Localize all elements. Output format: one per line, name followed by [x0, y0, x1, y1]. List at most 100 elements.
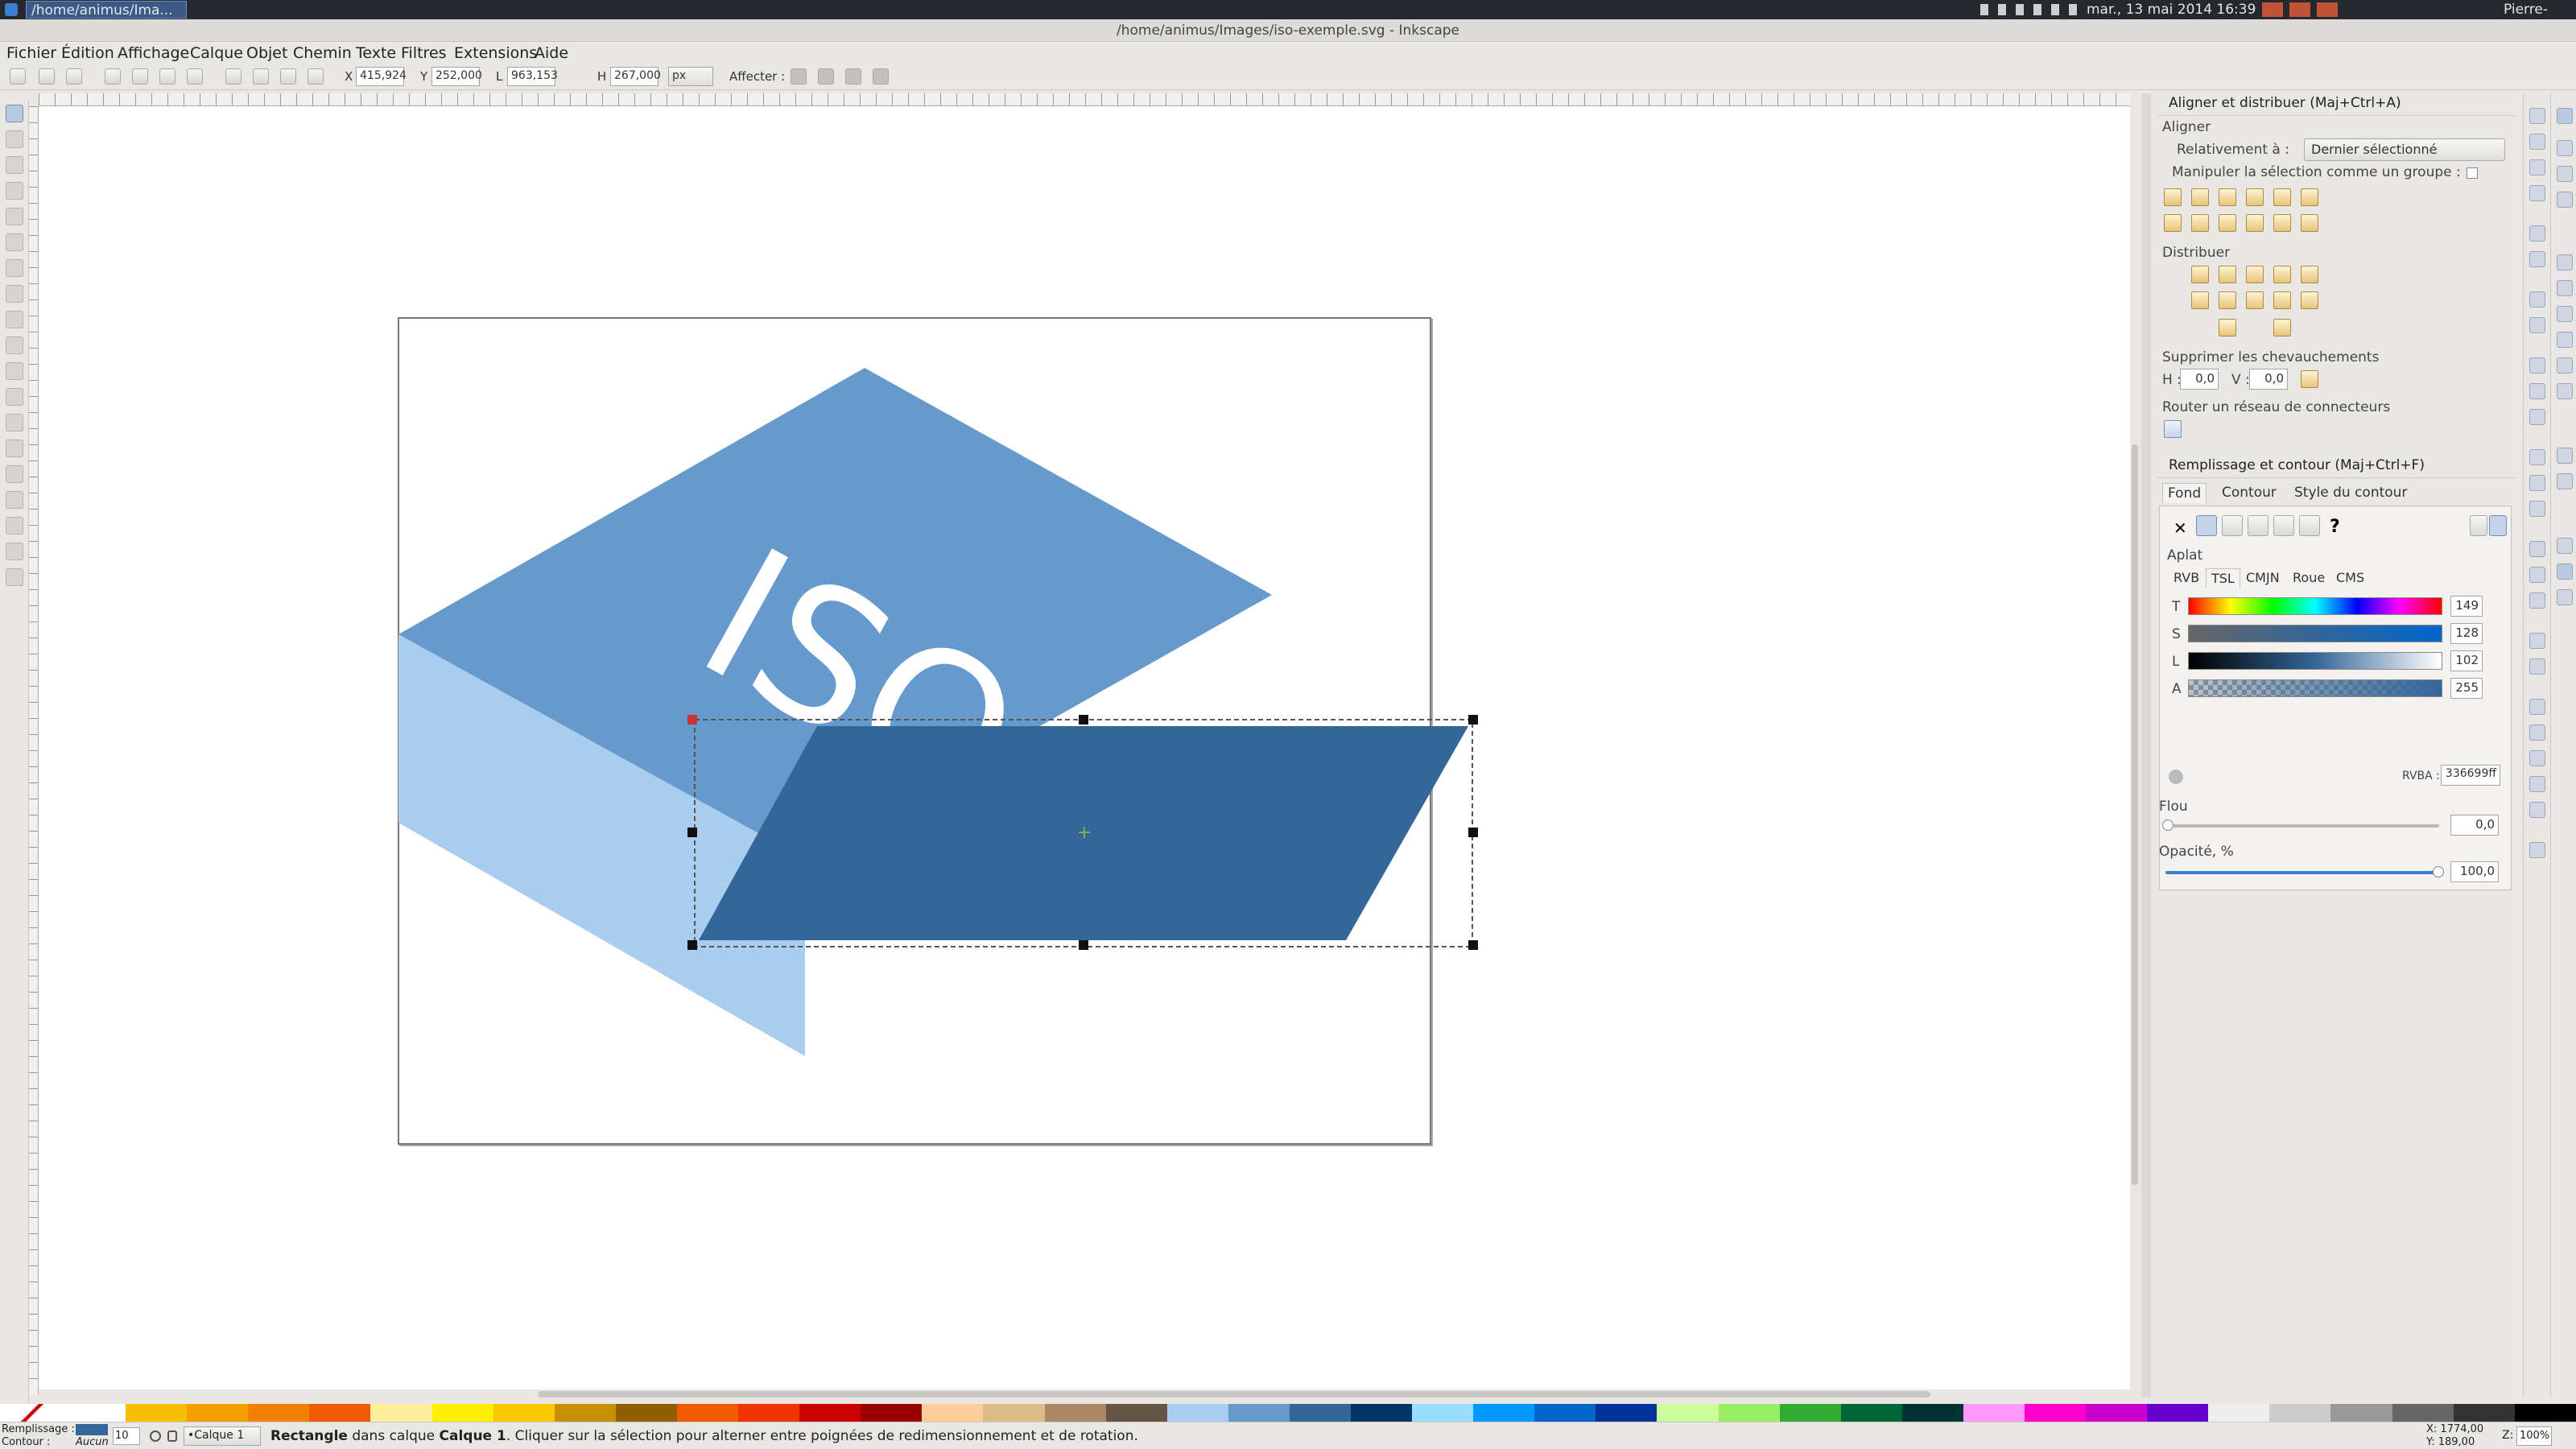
- undo-icon[interactable]: [2529, 291, 2545, 308]
- menu-texte[interactable]: Texte: [356, 44, 396, 62]
- swatch-icon[interactable]: [2299, 515, 2320, 536]
- pen-tool-icon[interactable]: [6, 362, 23, 380]
- flip-vertical-icon[interactable]: [187, 68, 203, 85]
- align-right-to-left-icon[interactable]: [2164, 188, 2182, 206]
- snap-rotation-center-icon[interactable]: [2557, 473, 2573, 489]
- palette-swatch[interactable]: [1228, 1404, 1290, 1422]
- zoom-page-icon[interactable]: [2529, 501, 2545, 517]
- panel-clock[interactable]: mar., 13 mai 2014 16:39: [2087, 2, 2256, 18]
- export-icon[interactable]: [2529, 251, 2545, 267]
- fill-indicator-swatch[interactable]: [76, 1424, 108, 1435]
- taskbar-window-button[interactable]: /home/animus/Ima...: [26, 1, 187, 19]
- palette-swatch[interactable]: [554, 1404, 616, 1422]
- clone-icon[interactable]: [2529, 567, 2545, 583]
- palette-swatch[interactable]: [1289, 1404, 1351, 1422]
- spiral-tool-icon[interactable]: [6, 311, 23, 328]
- align-right-icon[interactable]: [2246, 188, 2264, 206]
- overlap-h-field[interactable]: 0,0: [2180, 369, 2219, 390]
- ungroup-icon[interactable]: [2529, 658, 2545, 675]
- fill-panel-title[interactable]: Remplissage et contour (Maj+Ctrl+F): [2157, 457, 2516, 478]
- saturation-field[interactable]: 128: [2450, 623, 2483, 644]
- group-icon[interactable]: [2529, 633, 2545, 649]
- lock-ratio-icon[interactable]: [567, 68, 580, 85]
- mode-tab-cmjn[interactable]: CMJN: [2241, 568, 2285, 587]
- handle-top-left[interactable]: [687, 715, 697, 724]
- menu-fichier[interactable]: Fichier: [6, 44, 56, 62]
- snap-bbox-icon[interactable]: [2557, 140, 2573, 156]
- gradient-tool-icon[interactable]: [6, 517, 23, 535]
- opacity-slider-knob[interactable]: [2433, 866, 2444, 877]
- eraser-tool-icon[interactable]: [6, 465, 23, 483]
- mode-tab-cms[interactable]: CMS: [2331, 568, 2369, 587]
- snap-centers-icon[interactable]: [2557, 448, 2573, 464]
- blur-slider[interactable]: [2165, 824, 2439, 828]
- text-tool-icon[interactable]: [6, 414, 23, 431]
- palette-swatch[interactable]: [1412, 1404, 1474, 1422]
- handle-bottom-middle[interactable]: [1079, 940, 1088, 950]
- horizontal-scroll-thumb[interactable]: [538, 1391, 1930, 1397]
- menu-affichage[interactable]: Affichage: [118, 44, 189, 62]
- lower-to-bottom-icon[interactable]: [308, 68, 324, 85]
- alpha-slider[interactable]: [2188, 679, 2442, 697]
- palette-swatch[interactable]: [187, 1404, 249, 1422]
- raise-to-top-icon[interactable]: [225, 68, 242, 85]
- layer-visibility-icon[interactable]: [150, 1430, 161, 1442]
- ellipse-tool-icon[interactable]: [6, 259, 23, 277]
- node-tool-icon[interactable]: [6, 130, 23, 148]
- snap-nodes-icon[interactable]: [2557, 254, 2573, 270]
- palette-swatch[interactable]: [248, 1404, 310, 1422]
- save-document-icon[interactable]: [2529, 159, 2545, 175]
- palette-swatch[interactable]: [1840, 1404, 1902, 1422]
- redo-icon[interactable]: [2529, 317, 2545, 333]
- tweak-tool-icon[interactable]: [6, 156, 23, 174]
- color-managed-icon[interactable]: [2169, 770, 2183, 784]
- palette-swatch[interactable]: [370, 1404, 432, 1422]
- hue-slider[interactable]: [2188, 597, 2442, 615]
- palette-swatch[interactable]: [861, 1404, 923, 1422]
- palette-swatch[interactable]: [983, 1404, 1045, 1422]
- handle-bottom-right[interactable]: [1468, 940, 1478, 950]
- zoom-drawing-icon[interactable]: [2529, 475, 2545, 491]
- palette-swatch[interactable]: [2514, 1404, 2576, 1422]
- layers-dialog-icon[interactable]: [2529, 750, 2545, 766]
- palette-swatch[interactable]: [2392, 1404, 2454, 1422]
- pattern-icon[interactable]: [2273, 515, 2294, 536]
- align-left-icon[interactable]: [2191, 188, 2209, 206]
- panel-indicator-icons[interactable]: [2262, 2, 2343, 17]
- radial-gradient-icon[interactable]: [2248, 515, 2268, 536]
- align-bottom-to-top-icon[interactable]: [2164, 214, 2182, 232]
- distribute-center-h-icon[interactable]: [2219, 266, 2236, 283]
- palette-swatch[interactable]: [1350, 1404, 1413, 1422]
- scale-stroke-icon[interactable]: [791, 68, 807, 85]
- menu-extensions[interactable]: Extensions: [454, 44, 537, 62]
- vertical-scrollbar[interactable]: [2130, 106, 2140, 1389]
- copy-icon[interactable]: [2529, 357, 2545, 374]
- palette-swatch[interactable]: [431, 1404, 493, 1422]
- fill-stroke-dialog-icon[interactable]: [2529, 699, 2545, 715]
- mode-tab-rvb[interactable]: RVB: [2169, 568, 2204, 587]
- y-field[interactable]: 252,000: [431, 67, 482, 86]
- distribute-top-icon[interactable]: [2191, 291, 2209, 309]
- x-field[interactable]: 415,924: [356, 67, 407, 86]
- menu-aide[interactable]: Aide: [535, 44, 568, 62]
- vertical-ruler[interactable]: [29, 106, 39, 1394]
- deselect-icon[interactable]: [66, 68, 82, 85]
- snap-bbox-corners-icon[interactable]: [2557, 192, 2573, 208]
- open-document-icon[interactable]: [2529, 134, 2545, 150]
- palette-swatch[interactable]: [1718, 1404, 1780, 1422]
- xml-editor-icon[interactable]: [2529, 776, 2545, 792]
- palette-swatch[interactable]: [2147, 1404, 2209, 1422]
- scale-corners-icon[interactable]: [818, 68, 834, 85]
- palette-swatch[interactable]: [493, 1404, 555, 1422]
- palette-swatch[interactable]: [309, 1404, 371, 1422]
- layer-lock-icon[interactable]: [167, 1430, 177, 1442]
- align-dialog-icon[interactable]: [2529, 802, 2545, 818]
- snap-midpoints-icon[interactable]: [2557, 383, 2573, 399]
- handle-bottom-left[interactable]: [687, 940, 697, 950]
- align-panel-title[interactable]: Aligner et distribuer (Maj+Ctrl+A): [2157, 95, 2516, 116]
- snap-paths-icon[interactable]: [2557, 280, 2573, 296]
- saturation-slider[interactable]: [2188, 625, 2442, 642]
- palette-swatch[interactable]: [2025, 1404, 2087, 1422]
- spray-tool-icon[interactable]: [6, 440, 23, 457]
- distribute-gaps-h-icon[interactable]: [2246, 266, 2264, 283]
